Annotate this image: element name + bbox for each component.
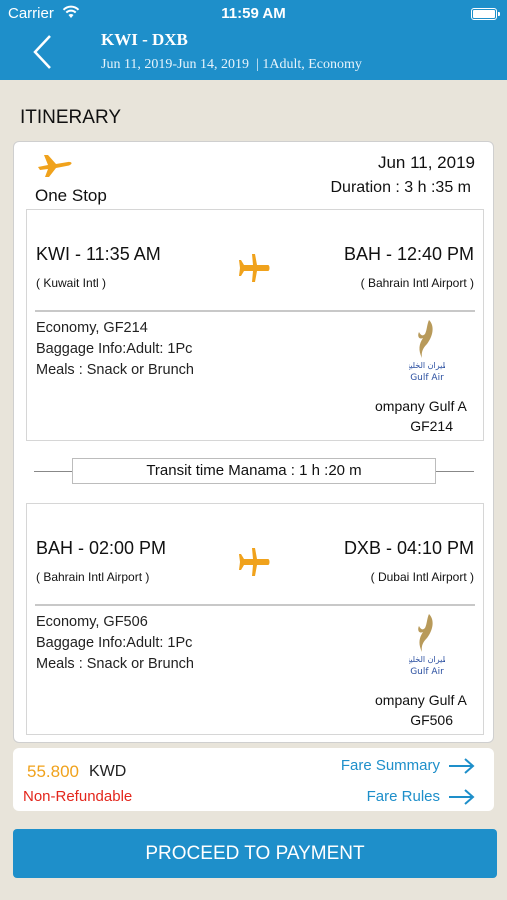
baggage-info: Baggage Info:Adult: 1Pc bbox=[36, 635, 193, 651]
flight-date: Jun 11, 2019 bbox=[377, 153, 475, 172]
trip-dates: Jun 11, 2019-Jun 14, 2019 bbox=[101, 57, 250, 72]
meals-info: Meals : Snack or Brunch bbox=[36, 656, 194, 672]
airplane-icon bbox=[239, 548, 270, 576]
arrival-airport: ( Bahrain Intl Airport ) bbox=[360, 276, 474, 290]
departure-airport: ( Kuwait Intl ) bbox=[36, 276, 107, 290]
departure-time: KWI - 11:35 AM bbox=[36, 244, 161, 264]
svg-text:Gulf Air: Gulf Air bbox=[410, 373, 444, 383]
proceed-to-payment-button[interactable]: PROCEED TO PAYMENT bbox=[13, 829, 497, 878]
gulf-air-logo: طيران الخليج Gulf Air bbox=[409, 614, 445, 677]
arrow-right-icon[interactable] bbox=[448, 757, 476, 775]
fare-panel: 55.800 KWD Non-Refundable Fare Summary F… bbox=[13, 748, 494, 811]
flight-number: GF506 bbox=[410, 712, 453, 728]
meals-info: Meals : Snack or Brunch bbox=[36, 362, 194, 378]
baggage-info: Baggage Info:Adult: 1Pc bbox=[36, 341, 193, 357]
fare-rules-link[interactable]: Fare Rules bbox=[367, 788, 440, 805]
chevron-left-icon[interactable] bbox=[30, 32, 58, 72]
svg-text:طيران الخليج: طيران الخليج bbox=[409, 361, 445, 370]
arrow-right-icon[interactable] bbox=[448, 788, 476, 806]
fare-summary-link[interactable]: Fare Summary bbox=[341, 757, 440, 774]
app-header: Carrier 11:59 AM KWI - DXB Jun 11, 2019-… bbox=[0, 0, 507, 80]
status-time: 11:59 AM bbox=[221, 5, 286, 22]
airplane-icon bbox=[239, 254, 270, 282]
flight-number: GF214 bbox=[410, 418, 453, 434]
fare-price: 55.800 bbox=[27, 762, 79, 781]
airline-name: ompany Gulf A bbox=[375, 398, 475, 414]
transit-time: Transit time Manama : 1 h :20 m bbox=[72, 458, 436, 484]
flight-segment: KWI - 11:35 AM ( Kuwait Intl ) BAH - 12:… bbox=[26, 209, 484, 441]
battery-icon bbox=[471, 8, 500, 20]
airplane-icon bbox=[38, 155, 72, 177]
arrival-time: DXB - 04:10 PM bbox=[343, 538, 474, 558]
airline-name: ompany Gulf A bbox=[375, 692, 475, 708]
arrival-time: BAH - 12:40 PM bbox=[343, 244, 474, 264]
flight-duration: Duration : 3 h :35 m bbox=[330, 179, 471, 196]
departure-airport: ( Bahrain Intl Airport ) bbox=[36, 570, 150, 584]
stops-label: One Stop bbox=[35, 186, 107, 205]
gulf-air-logo: طيران الخليج Gulf Air bbox=[409, 320, 445, 383]
airline-name-text: ompany Gulf A bbox=[375, 692, 467, 708]
svg-text:طيران الخليج: طيران الخليج bbox=[409, 655, 445, 664]
route-title: KWI - DXB bbox=[101, 30, 188, 49]
divider bbox=[35, 604, 475, 606]
flight-segment: BAH - 02:00 PM ( Bahrain Intl Airport ) … bbox=[26, 503, 484, 735]
refund-status: Non-Refundable bbox=[23, 788, 133, 805]
departure-time: BAH - 02:00 PM bbox=[36, 538, 167, 558]
fare-currency: KWD bbox=[89, 763, 127, 780]
airline-name-text: ompany Gulf A bbox=[375, 398, 467, 414]
svg-text:Gulf Air: Gulf Air bbox=[410, 667, 444, 677]
divider bbox=[35, 310, 475, 312]
trip-passengers: | 1Adult, Economy bbox=[256, 57, 362, 72]
arrival-airport: ( Dubai Intl Airport ) bbox=[370, 570, 474, 584]
class-flight: Economy, GF214 bbox=[36, 320, 148, 336]
class-flight: Economy, GF506 bbox=[36, 614, 148, 630]
status-bar: Carrier 11:59 AM bbox=[0, 0, 507, 28]
section-title: ITINERARY bbox=[20, 107, 122, 128]
trip-details: Jun 11, 2019-Jun 14, 2019 | 1Adult, Econ… bbox=[101, 57, 362, 73]
itinerary-card: One Stop Jun 11, 2019 Duration : 3 h :35… bbox=[13, 141, 494, 743]
